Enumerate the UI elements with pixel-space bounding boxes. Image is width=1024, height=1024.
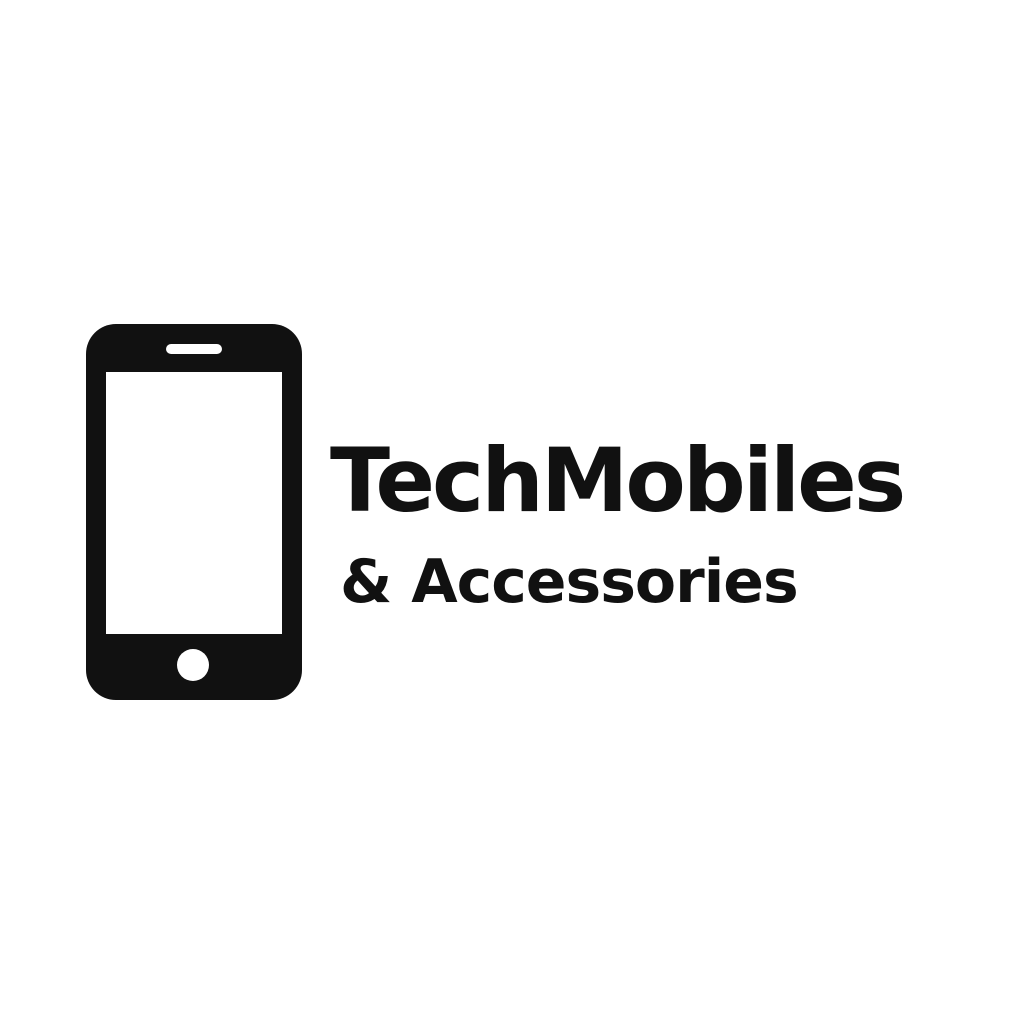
logo: TechMobiles & Accessories xyxy=(0,0,1024,1024)
phone-screen xyxy=(106,372,282,634)
brand-name: TechMobiles xyxy=(330,429,906,532)
phone-speaker xyxy=(166,344,222,354)
smartphone-icon xyxy=(86,324,302,700)
phone-home-button xyxy=(177,649,209,681)
brand-tagline: & Accessories xyxy=(340,547,799,617)
